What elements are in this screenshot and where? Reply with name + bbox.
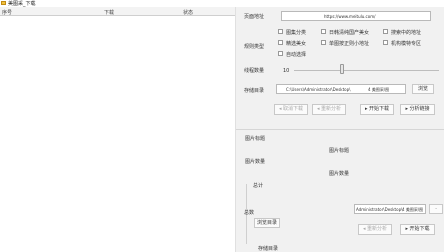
- browse-dir-button[interactable]: 浏览目录: [254, 218, 280, 228]
- rule-label-3: 搜索中的地址: [391, 30, 422, 36]
- threads-slider-thumb[interactable]: [340, 64, 344, 74]
- rule-label-4: 精选美女: [286, 41, 307, 47]
- browse2-button[interactable]: ·: [429, 204, 443, 214]
- save-dir2-value: Administrator\Desktop\: [356, 207, 403, 212]
- reanalyze2-label: 重新分析: [367, 226, 388, 232]
- rule-checkbox-1[interactable]: [278, 29, 283, 34]
- image-count-value: 图片数量: [329, 171, 350, 177]
- start2-label: 开始下载: [409, 226, 430, 232]
- rule-label-6: 机构模特专区: [391, 41, 422, 47]
- reanalyze-button[interactable]: ◂ 重新分析: [312, 104, 346, 115]
- save-dir2-label: 存储目录: [258, 246, 279, 252]
- reanalyze2-button[interactable]: ◂ 重新分析: [358, 224, 392, 235]
- threads-slider-track[interactable]: [294, 70, 439, 71]
- rule-label-5: 单图按正则小地址: [329, 41, 370, 47]
- browse-button[interactable]: 浏览: [412, 84, 434, 94]
- analyze-link-button[interactable]: ▸ 分析链接: [400, 104, 435, 115]
- rule-type-label: 规则类型: [244, 44, 265, 50]
- save-dir2-input[interactable]: Administrator\Desktop\ 4 美图采\图: [354, 204, 426, 214]
- image-count-label: 图片数量: [245, 159, 266, 165]
- col-download-header[interactable]: 下载: [104, 9, 114, 16]
- rule-checkbox-4[interactable]: [278, 40, 283, 45]
- image-title-value: 图片标题: [329, 148, 350, 154]
- start-download-button[interactable]: ▸ 开始下载: [360, 104, 394, 115]
- page-url-input[interactable]: https://www.meitulu.com/: [281, 11, 431, 21]
- rule-label-7: 自动选择: [286, 52, 307, 58]
- save-dir-suffix: 4 美图采\图: [368, 87, 390, 92]
- total2-label: 总数: [244, 210, 255, 216]
- threads-value: 10: [283, 68, 290, 74]
- rule-checkbox-5[interactable]: [321, 40, 326, 45]
- cancel-download-button[interactable]: ◂ 取消下载: [274, 104, 308, 115]
- rule-checkbox-2[interactable]: [321, 29, 326, 34]
- download-list-header: 序号 下载 状态: [0, 7, 235, 16]
- total-label: 总计: [253, 183, 264, 189]
- rule-checkbox-7[interactable]: [278, 51, 283, 56]
- rule-checkbox-3[interactable]: [383, 29, 388, 34]
- save-dir2-suffix: 4 美图采\图: [402, 207, 424, 212]
- start-download-label: 开始下载: [369, 106, 390, 112]
- save-dir-input[interactable]: C:\Users\Administrator\Desktop\ 4 美图采\图: [276, 84, 406, 94]
- title-bar: 美图采_下载: [0, 0, 444, 7]
- cancel-download-label: 取消下载: [283, 106, 304, 112]
- threads-label: 线程数量: [244, 68, 265, 74]
- download-list[interactable]: [0, 16, 235, 252]
- app-icon: [1, 1, 6, 5]
- save-dir-label: 存储目录: [244, 88, 265, 94]
- section-divider: [236, 129, 444, 130]
- col-status-header[interactable]: 状态: [183, 9, 193, 16]
- reanalyze-label: 重新分析: [321, 106, 342, 112]
- page-url-label: 页面地址: [244, 14, 265, 20]
- save-dir-value: C:\Users\Administrator\Desktop\: [286, 87, 351, 92]
- image-title-label: 图片标题: [245, 136, 266, 142]
- start2-button[interactable]: ▸ 开始下载: [400, 224, 435, 235]
- window-title: 美图采_下载: [8, 1, 36, 7]
- page-url-value: https://www.meitulu.com/: [324, 14, 376, 19]
- analyze-link-label: 分析链接: [409, 106, 430, 112]
- settings-panel: 页面地址 https://www.meitulu.com/ 规则类型 图集分类 …: [235, 7, 444, 252]
- rule-label-1: 图集分类: [286, 30, 307, 36]
- rule-checkbox-6[interactable]: [383, 40, 388, 45]
- col-serial-header[interactable]: 序号: [2, 9, 12, 16]
- rule-label-2: 日韩清纯国产美女: [329, 30, 370, 36]
